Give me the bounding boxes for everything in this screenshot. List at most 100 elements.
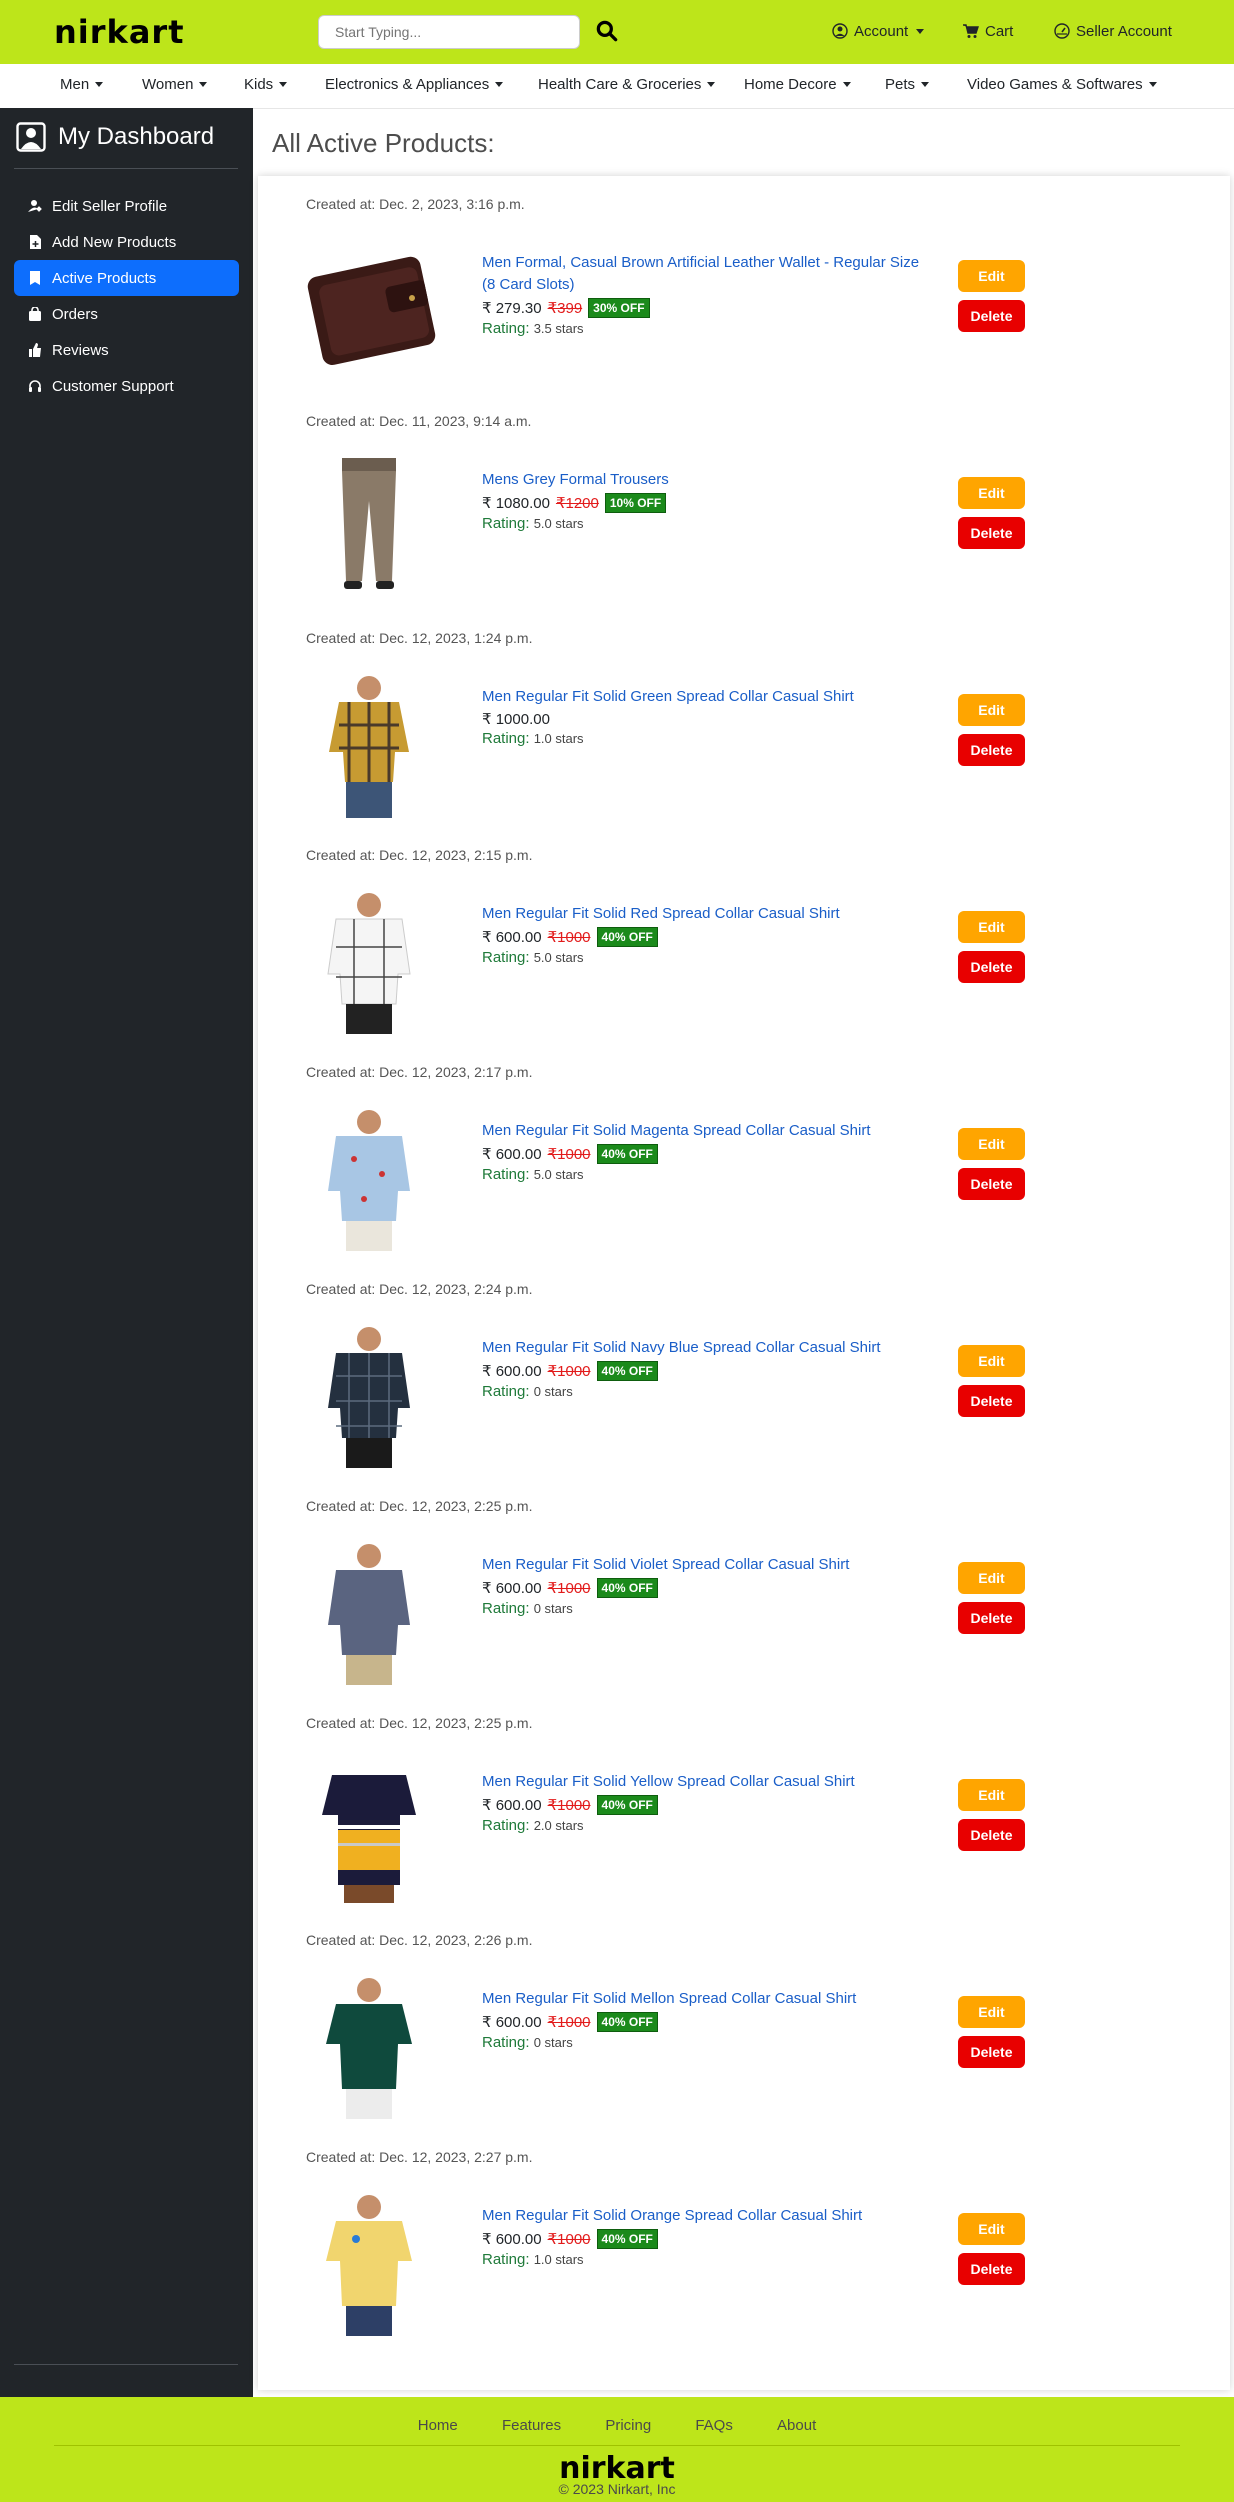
created-prefix: Created at: xyxy=(306,1498,380,1514)
edit-button[interactable]: Edit xyxy=(958,911,1025,943)
price-line: ₹ 600.00 ₹1000 40% OFF xyxy=(482,2229,922,2249)
footer-link-about[interactable]: About xyxy=(777,2417,816,2434)
category-home-decore[interactable]: Home Decore xyxy=(744,76,851,93)
price-line: ₹ 600.00 ₹1000 40% OFF xyxy=(482,1578,922,1598)
product-name-link[interactable]: Men Regular Fit Solid Green Spread Colla… xyxy=(482,686,922,708)
rating-value: 0 stars xyxy=(533,1384,573,1399)
edit-button[interactable]: Edit xyxy=(958,260,1025,292)
thumbs-up-icon xyxy=(29,343,41,357)
created-at-value: Dec. 12, 2023, 2:26 p.m. xyxy=(379,1932,533,1948)
edit-button[interactable]: Edit xyxy=(958,1779,1025,1811)
created-prefix: Created at: xyxy=(306,1715,380,1731)
product-thumbnail[interactable] xyxy=(294,1321,444,1471)
product-name-link[interactable]: Mens Grey Formal Trousers xyxy=(482,469,922,491)
product-info: Men Regular Fit Solid Magenta Spread Col… xyxy=(482,1120,922,1183)
delete-button[interactable]: Delete xyxy=(958,951,1025,983)
search-icon[interactable] xyxy=(594,18,620,44)
product-thumbnail[interactable] xyxy=(294,1104,444,1254)
product-name-link[interactable]: Men Formal, Casual Brown Artificial Leat… xyxy=(482,252,922,296)
edit-button[interactable]: Edit xyxy=(958,1996,1025,2028)
category-women[interactable]: Women xyxy=(142,76,208,93)
sidebar-item-reviews[interactable]: Reviews xyxy=(14,332,239,368)
category-men[interactable]: Men xyxy=(60,76,104,93)
original-price: ₹1000 xyxy=(547,1146,591,1163)
footer-links: Home Features Pricing FAQs About xyxy=(0,2417,1234,2434)
created-at-value: Dec. 12, 2023, 2:17 p.m. xyxy=(379,1064,533,1080)
category-kids[interactable]: Kids xyxy=(244,76,288,93)
footer-link-home[interactable]: Home xyxy=(418,2417,458,2434)
created-at-value: Dec. 12, 2023, 2:15 p.m. xyxy=(379,847,533,863)
brand-logo[interactable]: nirkart xyxy=(54,12,184,52)
rating-label: Rating: xyxy=(482,2034,530,2051)
sidebar-item-active-products[interactable]: Active Products xyxy=(14,260,239,296)
price-line: ₹ 600.00 ₹1000 40% OFF xyxy=(482,1795,922,1815)
product-name-link[interactable]: Men Regular Fit Solid Magenta Spread Col… xyxy=(482,1120,922,1142)
delete-button[interactable]: Delete xyxy=(958,2036,1025,2068)
product-thumbnail[interactable] xyxy=(294,2189,444,2339)
product-info: Mens Grey Formal Trousers ₹ 1080.00 ₹120… xyxy=(482,469,922,532)
chevron-down-icon xyxy=(1148,82,1157,87)
account-menu[interactable]: Account xyxy=(832,18,925,44)
footer-link-pricing[interactable]: Pricing xyxy=(605,2417,651,2434)
page-title: All Active Products: xyxy=(272,128,495,158)
delete-button[interactable]: Delete xyxy=(958,517,1025,549)
delete-button[interactable]: Delete xyxy=(958,1602,1025,1634)
category-pets[interactable]: Pets xyxy=(885,76,930,93)
sidebar-item-edit-seller-profile[interactable]: Edit Seller Profile xyxy=(14,188,239,224)
created-at-text: Created at: Dec. 12, 2023, 2:25 p.m. xyxy=(306,1715,532,1731)
product-thumbnail[interactable] xyxy=(294,887,444,1037)
product-row: Created at: Dec. 12, 2023, 2:25 p.m. Men… xyxy=(258,1695,1230,1912)
delete-button[interactable]: Delete xyxy=(958,1819,1025,1851)
price-line: ₹ 1000.00 xyxy=(482,710,922,728)
product-row: Created at: Dec. 12, 2023, 2:26 p.m. Men… xyxy=(258,1912,1230,2129)
rating-label: Rating: xyxy=(482,1600,530,1617)
discount-badge: 40% OFF xyxy=(596,1144,658,1164)
delete-button[interactable]: Delete xyxy=(958,300,1025,332)
sidebar-item-add-new-products[interactable]: Add New Products xyxy=(14,224,239,260)
current-price: ₹ 600.00 xyxy=(482,2014,542,2031)
product-thumbnail[interactable] xyxy=(294,670,444,820)
cart-link[interactable]: Cart xyxy=(962,18,1013,44)
category-electronics[interactable]: Electronics & Appliances xyxy=(325,76,504,93)
current-price: ₹ 600.00 xyxy=(482,1363,542,1380)
product-thumbnail[interactable] xyxy=(294,236,444,386)
sidebar-divider xyxy=(14,168,238,169)
product-thumbnail[interactable] xyxy=(294,453,444,603)
category-label: Pets xyxy=(885,76,916,93)
edit-button[interactable]: Edit xyxy=(958,477,1025,509)
edit-button[interactable]: Edit xyxy=(958,2213,1025,2245)
product-name-link[interactable]: Men Regular Fit Solid Red Spread Collar … xyxy=(482,903,922,925)
delete-button[interactable]: Delete xyxy=(958,734,1025,766)
category-label: Health Care & Groceries xyxy=(538,76,702,93)
product-name-link[interactable]: Men Regular Fit Solid Yellow Spread Coll… xyxy=(482,1771,922,1793)
footer-link-features[interactable]: Features xyxy=(502,2417,561,2434)
created-prefix: Created at: xyxy=(306,1932,380,1948)
edit-button[interactable]: Edit xyxy=(958,1128,1025,1160)
category-video-games[interactable]: Video Games & Softwares xyxy=(967,76,1157,93)
delete-button[interactable]: Delete xyxy=(958,1168,1025,1200)
product-name-link[interactable]: Men Regular Fit Solid Violet Spread Coll… xyxy=(482,1554,922,1576)
seller-account-link[interactable]: Seller Account xyxy=(1054,18,1172,44)
product-thumbnail[interactable] xyxy=(294,1972,444,2122)
product-thumbnail[interactable] xyxy=(294,1538,444,1688)
category-nav: Men Women Kids Electronics & Appliances … xyxy=(0,64,1234,109)
sidebar-item-orders[interactable]: Orders xyxy=(14,296,239,332)
product-name-link[interactable]: Men Regular Fit Solid Navy Blue Spread C… xyxy=(482,1337,922,1359)
category-label: Kids xyxy=(244,76,274,93)
product-thumbnail[interactable] xyxy=(294,1755,444,1905)
product-name-link[interactable]: Men Regular Fit Solid Mellon Spread Coll… xyxy=(482,1988,922,2010)
product-row: Created at: Dec. 12, 2023, 2:24 p.m. Men… xyxy=(258,1261,1230,1478)
delete-button[interactable]: Delete xyxy=(958,1385,1025,1417)
sidebar-item-customer-support[interactable]: Customer Support xyxy=(14,368,239,404)
footer-link-faqs[interactable]: FAQs xyxy=(695,2417,733,2434)
category-health-care[interactable]: Health Care & Groceries xyxy=(538,76,716,93)
current-price: ₹ 600.00 xyxy=(482,929,542,946)
delete-button[interactable]: Delete xyxy=(958,2253,1025,2285)
product-name-link[interactable]: Men Regular Fit Solid Orange Spread Coll… xyxy=(482,2205,922,2227)
edit-button[interactable]: Edit xyxy=(958,1345,1025,1377)
search-input[interactable] xyxy=(318,15,580,49)
rating-label: Rating: xyxy=(482,1817,530,1834)
edit-button[interactable]: Edit xyxy=(958,1562,1025,1594)
edit-button[interactable]: Edit xyxy=(958,694,1025,726)
rating-line: Rating: 0 stars xyxy=(482,1600,922,1617)
